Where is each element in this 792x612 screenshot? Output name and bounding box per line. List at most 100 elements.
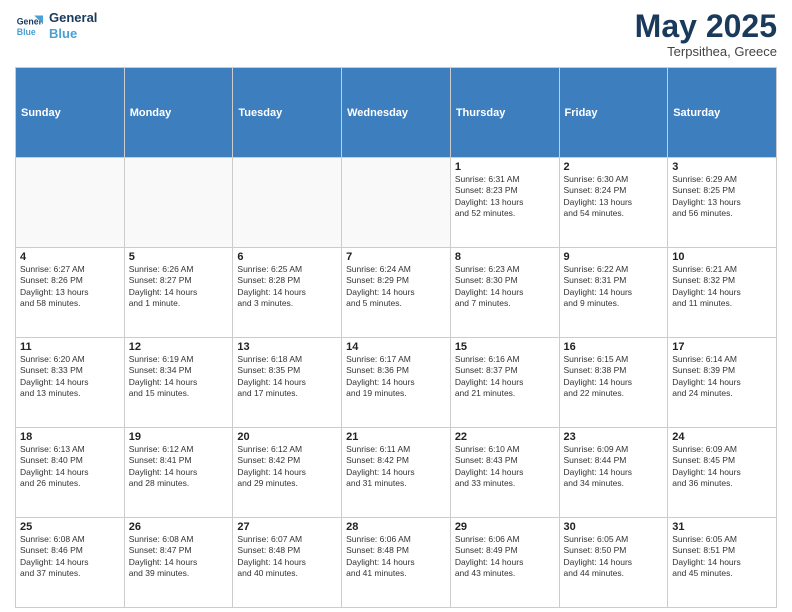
- calendar-cell: 9Sunrise: 6:22 AM Sunset: 8:31 PM Daylig…: [559, 248, 668, 338]
- day-number: 7: [346, 251, 446, 263]
- calendar-cell: 22Sunrise: 6:10 AM Sunset: 8:43 PM Dayli…: [450, 428, 559, 518]
- calendar-cell: 26Sunrise: 6:08 AM Sunset: 8:47 PM Dayli…: [124, 518, 233, 608]
- day-number: 25: [20, 521, 120, 533]
- cell-info: Sunrise: 6:29 AM Sunset: 8:25 PM Dayligh…: [672, 174, 772, 220]
- cell-info: Sunrise: 6:14 AM Sunset: 8:39 PM Dayligh…: [672, 354, 772, 400]
- calendar-cell: [16, 158, 125, 248]
- day-number: 14: [346, 341, 446, 353]
- day-header-monday: Monday: [124, 68, 233, 158]
- cell-info: Sunrise: 6:30 AM Sunset: 8:24 PM Dayligh…: [564, 174, 664, 220]
- day-header-tuesday: Tuesday: [233, 68, 342, 158]
- cell-info: Sunrise: 6:07 AM Sunset: 8:48 PM Dayligh…: [237, 534, 337, 580]
- week-row-5: 25Sunrise: 6:08 AM Sunset: 8:46 PM Dayli…: [16, 518, 777, 608]
- cell-info: Sunrise: 6:06 AM Sunset: 8:49 PM Dayligh…: [455, 534, 555, 580]
- calendar-cell: 24Sunrise: 6:09 AM Sunset: 8:45 PM Dayli…: [668, 428, 777, 518]
- calendar-cell: 31Sunrise: 6:05 AM Sunset: 8:51 PM Dayli…: [668, 518, 777, 608]
- cell-info: Sunrise: 6:05 AM Sunset: 8:50 PM Dayligh…: [564, 534, 664, 580]
- cell-info: Sunrise: 6:10 AM Sunset: 8:43 PM Dayligh…: [455, 444, 555, 490]
- cell-info: Sunrise: 6:16 AM Sunset: 8:37 PM Dayligh…: [455, 354, 555, 400]
- day-number: 26: [129, 521, 229, 533]
- calendar-cell: 17Sunrise: 6:14 AM Sunset: 8:39 PM Dayli…: [668, 338, 777, 428]
- week-row-4: 18Sunrise: 6:13 AM Sunset: 8:40 PM Dayli…: [16, 428, 777, 518]
- calendar-cell: 11Sunrise: 6:20 AM Sunset: 8:33 PM Dayli…: [16, 338, 125, 428]
- logo: General Blue General Blue: [15, 10, 97, 41]
- calendar-table: SundayMondayTuesdayWednesdayThursdayFrid…: [15, 67, 777, 608]
- logo-icon: General Blue: [15, 12, 43, 40]
- day-number: 3: [672, 161, 772, 173]
- day-number: 22: [455, 431, 555, 443]
- calendar-cell: 19Sunrise: 6:12 AM Sunset: 8:41 PM Dayli…: [124, 428, 233, 518]
- calendar-cell: [342, 158, 451, 248]
- cell-info: Sunrise: 6:12 AM Sunset: 8:41 PM Dayligh…: [129, 444, 229, 490]
- header: General Blue General Blue May 2025 Terps…: [15, 10, 777, 59]
- day-number: 17: [672, 341, 772, 353]
- day-number: 2: [564, 161, 664, 173]
- calendar-cell: 5Sunrise: 6:26 AM Sunset: 8:27 PM Daylig…: [124, 248, 233, 338]
- day-number: 15: [455, 341, 555, 353]
- day-header-sunday: Sunday: [16, 68, 125, 158]
- calendar-cell: 30Sunrise: 6:05 AM Sunset: 8:50 PM Dayli…: [559, 518, 668, 608]
- calendar-cell: 3Sunrise: 6:29 AM Sunset: 8:25 PM Daylig…: [668, 158, 777, 248]
- day-header-friday: Friday: [559, 68, 668, 158]
- calendar-cell: 27Sunrise: 6:07 AM Sunset: 8:48 PM Dayli…: [233, 518, 342, 608]
- calendar-cell: 6Sunrise: 6:25 AM Sunset: 8:28 PM Daylig…: [233, 248, 342, 338]
- calendar-cell: 7Sunrise: 6:24 AM Sunset: 8:29 PM Daylig…: [342, 248, 451, 338]
- day-number: 1: [455, 161, 555, 173]
- calendar-cell: 29Sunrise: 6:06 AM Sunset: 8:49 PM Dayli…: [450, 518, 559, 608]
- cell-info: Sunrise: 6:23 AM Sunset: 8:30 PM Dayligh…: [455, 264, 555, 310]
- cell-info: Sunrise: 6:26 AM Sunset: 8:27 PM Dayligh…: [129, 264, 229, 310]
- calendar-cell: 8Sunrise: 6:23 AM Sunset: 8:30 PM Daylig…: [450, 248, 559, 338]
- cell-info: Sunrise: 6:11 AM Sunset: 8:42 PM Dayligh…: [346, 444, 446, 490]
- day-number: 8: [455, 251, 555, 263]
- cell-info: Sunrise: 6:20 AM Sunset: 8:33 PM Dayligh…: [20, 354, 120, 400]
- cell-info: Sunrise: 6:22 AM Sunset: 8:31 PM Dayligh…: [564, 264, 664, 310]
- title-block: May 2025 Terpsithea, Greece: [635, 10, 777, 59]
- cell-info: Sunrise: 6:12 AM Sunset: 8:42 PM Dayligh…: [237, 444, 337, 490]
- week-row-1: 1Sunrise: 6:31 AM Sunset: 8:23 PM Daylig…: [16, 158, 777, 248]
- cell-info: Sunrise: 6:08 AM Sunset: 8:46 PM Dayligh…: [20, 534, 120, 580]
- calendar-cell: 23Sunrise: 6:09 AM Sunset: 8:44 PM Dayli…: [559, 428, 668, 518]
- calendar-cell: 21Sunrise: 6:11 AM Sunset: 8:42 PM Dayli…: [342, 428, 451, 518]
- calendar-cell: 13Sunrise: 6:18 AM Sunset: 8:35 PM Dayli…: [233, 338, 342, 428]
- calendar-cell: [124, 158, 233, 248]
- day-number: 10: [672, 251, 772, 263]
- calendar-cell: 10Sunrise: 6:21 AM Sunset: 8:32 PM Dayli…: [668, 248, 777, 338]
- day-number: 16: [564, 341, 664, 353]
- day-header-thursday: Thursday: [450, 68, 559, 158]
- day-number: 29: [455, 521, 555, 533]
- month-title: May 2025: [635, 10, 777, 42]
- calendar-cell: 25Sunrise: 6:08 AM Sunset: 8:46 PM Dayli…: [16, 518, 125, 608]
- calendar-cell: 18Sunrise: 6:13 AM Sunset: 8:40 PM Dayli…: [16, 428, 125, 518]
- cell-info: Sunrise: 6:09 AM Sunset: 8:44 PM Dayligh…: [564, 444, 664, 490]
- day-header-wednesday: Wednesday: [342, 68, 451, 158]
- day-headers: SundayMondayTuesdayWednesdayThursdayFrid…: [16, 68, 777, 158]
- day-number: 19: [129, 431, 229, 443]
- day-number: 11: [20, 341, 120, 353]
- calendar-cell: 1Sunrise: 6:31 AM Sunset: 8:23 PM Daylig…: [450, 158, 559, 248]
- calendar-cell: 2Sunrise: 6:30 AM Sunset: 8:24 PM Daylig…: [559, 158, 668, 248]
- cell-info: Sunrise: 6:15 AM Sunset: 8:38 PM Dayligh…: [564, 354, 664, 400]
- calendar-cell: 20Sunrise: 6:12 AM Sunset: 8:42 PM Dayli…: [233, 428, 342, 518]
- day-number: 24: [672, 431, 772, 443]
- day-number: 9: [564, 251, 664, 263]
- day-header-saturday: Saturday: [668, 68, 777, 158]
- day-number: 28: [346, 521, 446, 533]
- day-number: 20: [237, 431, 337, 443]
- day-number: 4: [20, 251, 120, 263]
- cell-info: Sunrise: 6:09 AM Sunset: 8:45 PM Dayligh…: [672, 444, 772, 490]
- cell-info: Sunrise: 6:08 AM Sunset: 8:47 PM Dayligh…: [129, 534, 229, 580]
- cell-info: Sunrise: 6:24 AM Sunset: 8:29 PM Dayligh…: [346, 264, 446, 310]
- logo-blue: Blue: [49, 26, 97, 42]
- calendar-cell: [233, 158, 342, 248]
- cell-info: Sunrise: 6:19 AM Sunset: 8:34 PM Dayligh…: [129, 354, 229, 400]
- calendar-cell: 12Sunrise: 6:19 AM Sunset: 8:34 PM Dayli…: [124, 338, 233, 428]
- week-row-3: 11Sunrise: 6:20 AM Sunset: 8:33 PM Dayli…: [16, 338, 777, 428]
- cell-info: Sunrise: 6:27 AM Sunset: 8:26 PM Dayligh…: [20, 264, 120, 310]
- day-number: 6: [237, 251, 337, 263]
- cell-info: Sunrise: 6:17 AM Sunset: 8:36 PM Dayligh…: [346, 354, 446, 400]
- cell-info: Sunrise: 6:21 AM Sunset: 8:32 PM Dayligh…: [672, 264, 772, 310]
- day-number: 23: [564, 431, 664, 443]
- calendar-cell: 15Sunrise: 6:16 AM Sunset: 8:37 PM Dayli…: [450, 338, 559, 428]
- day-number: 31: [672, 521, 772, 533]
- logo-general: General: [49, 10, 97, 26]
